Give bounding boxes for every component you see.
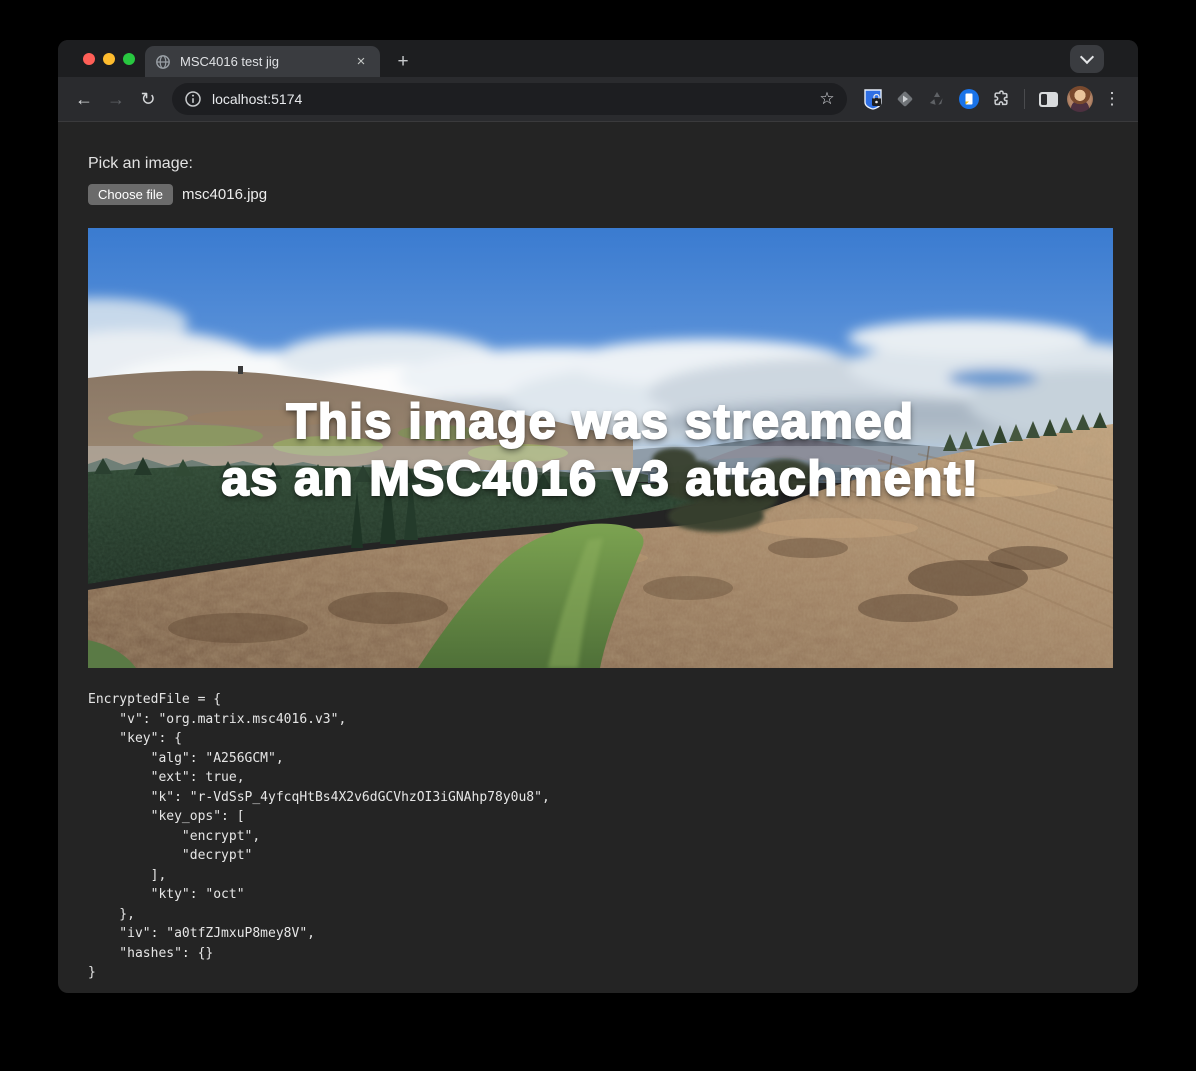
file-input[interactable]: Choose file msc4016.jpg <box>88 183 1108 205</box>
extension-diamond-button[interactable] <box>891 85 919 113</box>
back-button[interactable]: ← <box>70 85 98 113</box>
extension-password-manager-button[interactable] <box>859 85 887 113</box>
tab-title: MSC4016 test jig <box>180 54 352 69</box>
tab-strip: MSC4016 test jig × + <box>58 40 1138 77</box>
zoom-window-button[interactable] <box>123 53 135 65</box>
chevron-down-icon <box>1080 50 1094 64</box>
toolbar-separator <box>1024 89 1025 109</box>
attachment-image: This image was streamed as an MSC4016 v3… <box>88 228 1113 668</box>
forward-icon: → <box>107 89 125 110</box>
extension-recycle-button[interactable] <box>923 85 951 113</box>
side-panel-button[interactable] <box>1034 85 1062 113</box>
tab-search-button[interactable] <box>1070 45 1104 73</box>
page-content: Pick an image: Choose file msc4016.jpg <box>58 122 1138 983</box>
photo-caption: This image was streamed as an MSC4016 v3… <box>88 394 1113 508</box>
toolbar: ← → ↻ localhost:5174 ☆ <box>58 77 1138 122</box>
browser-tab[interactable]: MSC4016 test jig × <box>145 46 380 77</box>
new-tab-button[interactable]: + <box>390 49 416 75</box>
diamond-icon <box>895 89 915 109</box>
choose-file-button[interactable]: Choose file <box>88 184 173 205</box>
reload-button[interactable]: ↻ <box>134 85 162 113</box>
docs-icon <box>958 88 980 110</box>
kebab-menu-icon: ⋮ <box>1104 89 1121 109</box>
forward-button[interactable]: → <box>102 85 130 113</box>
profile-button[interactable] <box>1066 85 1094 113</box>
minimize-window-button[interactable] <box>103 53 115 65</box>
traffic-lights <box>83 53 135 65</box>
image-picker-label: Pick an image: <box>88 154 1108 173</box>
star-icon: ☆ <box>819 89 834 109</box>
url-text[interactable]: localhost:5174 <box>212 91 813 107</box>
tab-close-button[interactable]: × <box>352 53 370 71</box>
puzzle-icon <box>991 89 1011 109</box>
photo-caption-line2: as an MSC4016 v3 attachment! <box>88 451 1113 508</box>
side-panel-icon <box>1039 92 1058 107</box>
encrypted-file-code: EncryptedFile = { "v": "org.matrix.msc40… <box>88 690 1108 983</box>
reload-icon: ↻ <box>140 89 155 110</box>
url-bar[interactable]: localhost:5174 ☆ <box>172 83 847 115</box>
close-window-button[interactable] <box>83 53 95 65</box>
browser-window: MSC4016 test jig × + ← → ↻ localhost:517… <box>58 40 1138 993</box>
photo-caption-line1: This image was streamed <box>88 394 1113 451</box>
back-icon: ← <box>75 89 93 110</box>
selected-file-name: msc4016.jpg <box>182 186 267 203</box>
profile-avatar <box>1067 86 1093 112</box>
site-info-icon[interactable] <box>184 90 202 108</box>
plus-icon: + <box>397 51 408 73</box>
extensions-menu-button[interactable] <box>987 85 1015 113</box>
extension-docs-button[interactable] <box>955 85 983 113</box>
shield-lock-icon <box>863 88 883 110</box>
bookmark-button[interactable]: ☆ <box>813 85 841 113</box>
browser-menu-button[interactable]: ⋮ <box>1098 85 1126 113</box>
recycle-icon <box>927 89 947 109</box>
globe-icon <box>155 54 171 70</box>
